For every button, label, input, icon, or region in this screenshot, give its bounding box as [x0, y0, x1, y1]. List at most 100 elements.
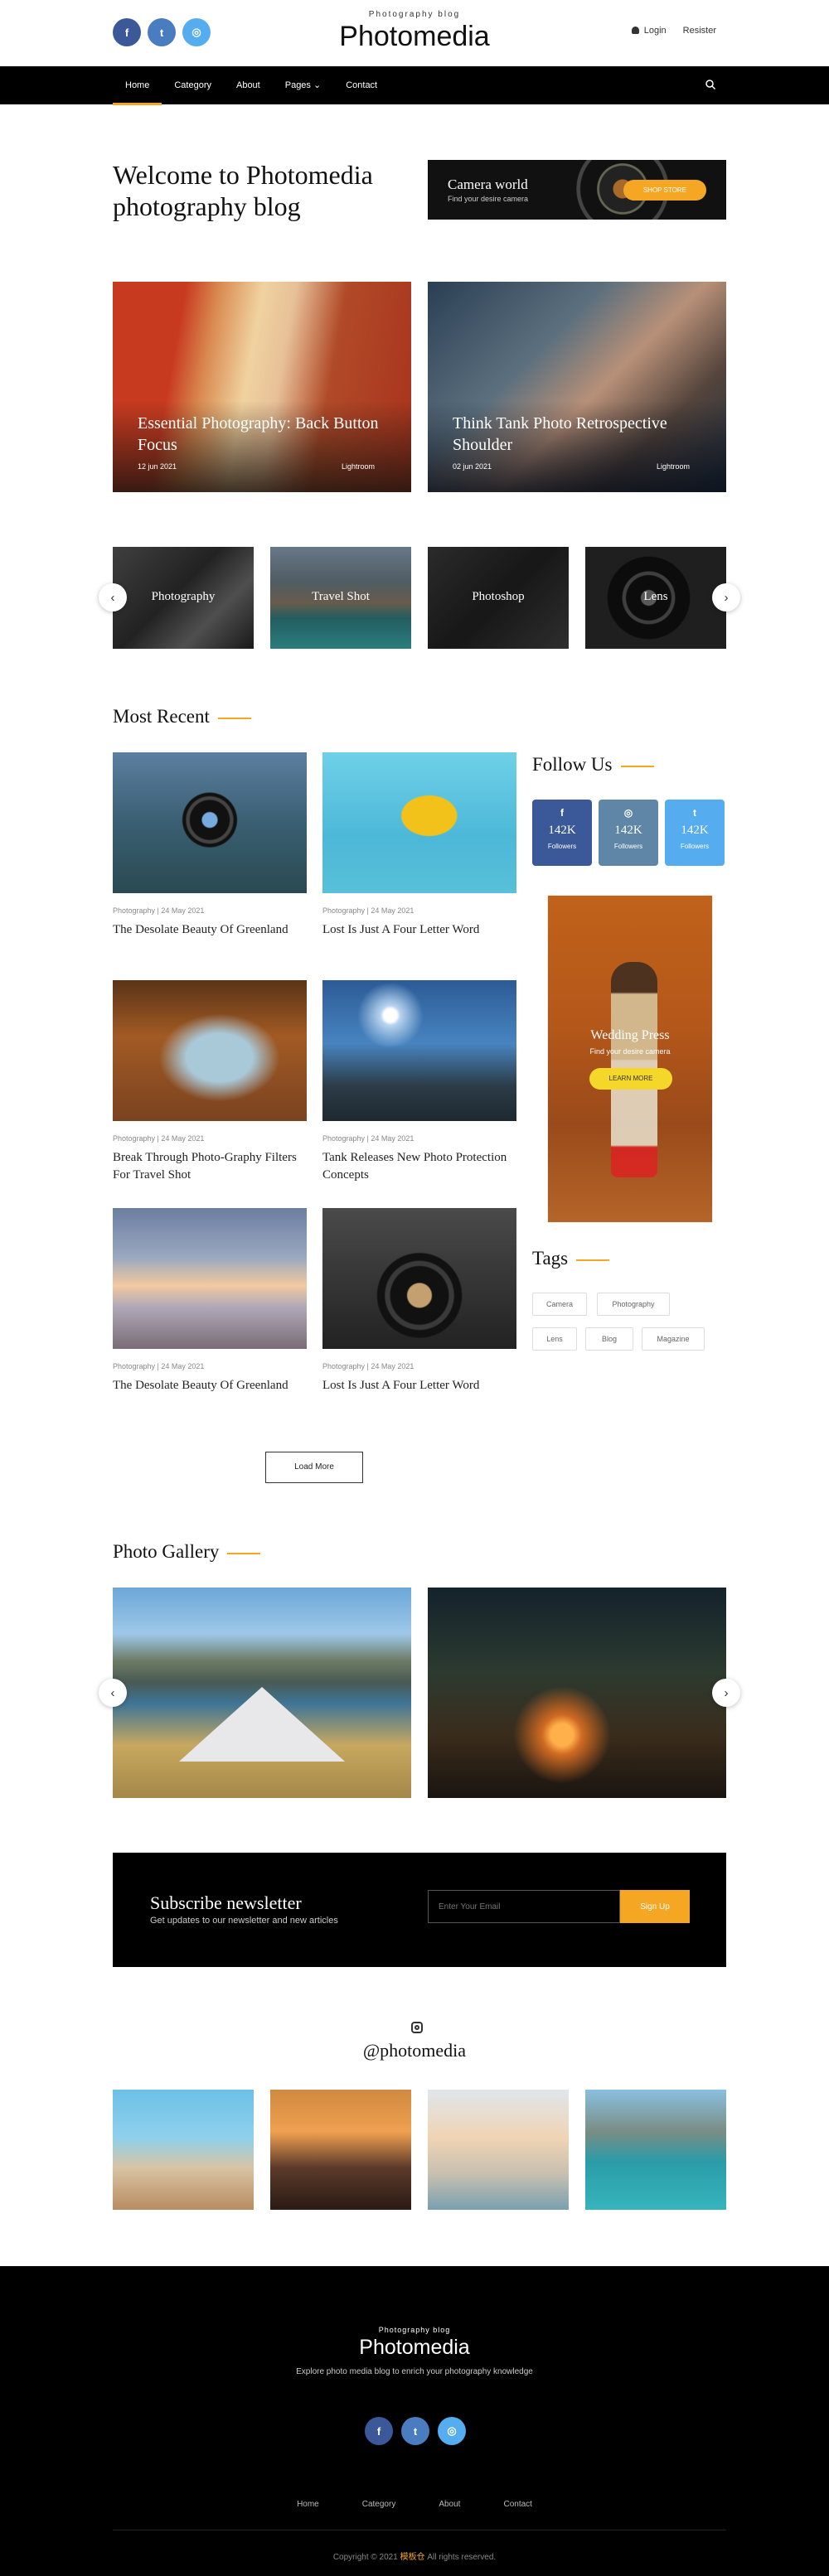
instagram-photo[interactable] [270, 2090, 411, 2210]
footer-site-name[interactable]: Photomedia [0, 2336, 829, 2360]
footer-nav-about[interactable]: About [439, 2500, 460, 2509]
follow-card-facebook[interactable]: f 142K Followers [532, 800, 592, 866]
instagram-photo[interactable] [585, 2090, 726, 2210]
post-title[interactable]: Tank Releases New Photo Protection Conce… [322, 1149, 516, 1184]
email-input[interactable] [428, 1890, 620, 1923]
instagram-icon[interactable]: ◎ [438, 2417, 466, 2445]
post-title[interactable]: Lost Is Just A Four Letter Word [322, 921, 516, 939]
category-label: Lens [643, 590, 668, 603]
shop-store-button[interactable]: SHOP STORE [623, 180, 706, 201]
copyright-pre: Copyright © 2021 [332, 2553, 398, 2562]
post-meta: Photography | 24 May 2021 [322, 1134, 414, 1143]
post-title[interactable]: The Desolate Beauty Of Greenland [113, 1377, 307, 1394]
learn-more-button[interactable]: LEARN MORE [589, 1068, 672, 1090]
featured-post-title[interactable]: Think Tank Photo Retrospective Shoulder [453, 413, 710, 456]
featured-post-card[interactable]: Think Tank Photo Retrospective Shoulder … [428, 282, 726, 492]
nav-item-home[interactable]: Home [113, 66, 162, 105]
category-card-lens[interactable]: Lens [585, 547, 726, 649]
nav-item-contact[interactable]: Contact [333, 66, 390, 104]
gallery-image-tent[interactable] [113, 1588, 411, 1798]
login-link[interactable]: Login [631, 26, 667, 36]
nav-item-about[interactable]: About [224, 66, 273, 104]
category-label: Travel Shot [312, 590, 370, 603]
post-meta: Photography | 24 May 2021 [113, 1362, 205, 1370]
post-card[interactable]: Photography | 24 May 2021 The Desolate B… [113, 752, 307, 939]
post-title[interactable]: Break Through Photo-Graphy Filters For T… [113, 1149, 307, 1184]
newsletter-section: Subscribe newsletter Get updates to our … [113, 1853, 726, 1967]
copyright-brand-link[interactable]: 模板仓 [400, 2553, 425, 2562]
follow-card-twitter[interactable]: t 142K Followers [665, 800, 725, 866]
tag-blog[interactable]: Blog [585, 1327, 633, 1351]
post-image[interactable] [113, 752, 307, 893]
main-navigation: Home Category About Pages ⌄ Contact [0, 66, 829, 105]
post-card[interactable]: Photography | 24 May 2021 Tank Releases … [322, 980, 516, 1184]
tag-camera[interactable]: Camera [532, 1293, 587, 1316]
category-prev-arrow[interactable]: ‹ [99, 583, 127, 611]
tag-photography[interactable]: Photography [597, 1293, 670, 1316]
sign-up-button[interactable]: Sign Up [620, 1890, 690, 1923]
welcome-heading: Welcome to Photomedia photography blog [113, 160, 373, 221]
follower-count: 142K [681, 824, 709, 837]
footer-social-links: f t ◎ [365, 2417, 466, 2445]
category-next-arrow[interactable]: › [712, 583, 740, 611]
footer-tagline: Photography blog [378, 2326, 451, 2334]
register-link[interactable]: Resister [683, 26, 716, 36]
follow-card-instagram[interactable]: ◎ 142K Followers [599, 800, 658, 866]
post-image[interactable] [322, 752, 516, 893]
post-image[interactable] [322, 1208, 516, 1349]
tags-label: Tags [532, 1248, 569, 1269]
facebook-icon[interactable]: f [365, 2417, 393, 2445]
gallery-prev-arrow[interactable]: ‹ [99, 1679, 127, 1707]
post-image[interactable] [322, 980, 516, 1121]
instagram-handle[interactable]: @photomedia [0, 2040, 829, 2061]
post-card[interactable]: Photography | 24 May 2021 Lost Is Just A… [322, 1208, 516, 1394]
title-underline [620, 765, 654, 767]
instagram-photo[interactable] [428, 2090, 569, 2210]
instagram-icon[interactable] [411, 2022, 423, 2033]
featured-post-date: 12 jun 2021 [138, 462, 177, 471]
tag-lens[interactable]: Lens [532, 1327, 577, 1351]
gallery-next-arrow[interactable]: › [712, 1679, 740, 1707]
wedding-press-banner[interactable]: Wedding Press Find your desire camera LE… [547, 895, 713, 1223]
most-recent-label: Most Recent [113, 706, 210, 727]
follower-label: Followers [547, 843, 577, 850]
post-meta: Photography | 24 May 2021 [113, 906, 205, 915]
nav-item-category[interactable]: Category [162, 66, 224, 104]
post-card[interactable]: Photography | 24 May 2021 The Desolate B… [113, 1208, 307, 1394]
instagram-photo[interactable] [113, 2090, 254, 2210]
category-card-photography[interactable]: Photography [113, 547, 254, 649]
post-meta: Photography | 24 May 2021 [322, 1362, 414, 1370]
footer-nav-contact[interactable]: Contact [503, 2500, 531, 2509]
copyright-post: All rights reserved. [427, 2553, 497, 2562]
category-label: Photoshop [472, 590, 525, 603]
post-card[interactable]: Photography | 24 May 2021 Break Through … [113, 980, 307, 1184]
featured-post-category[interactable]: Lightroom [657, 462, 690, 471]
search-icon[interactable] [705, 79, 716, 90]
follow-us-heading: Follow Us [532, 754, 654, 776]
footer-nav-home[interactable]: Home [297, 2500, 319, 2509]
featured-post-card[interactable]: Essential Photography: Back Button Focus… [113, 282, 411, 492]
category-card-photoshop[interactable]: Photoshop [428, 547, 569, 649]
footer-description: Explore photo media blog to enrich your … [296, 2367, 533, 2376]
tag-magazine[interactable]: Magazine [642, 1327, 705, 1351]
featured-post-meta: 02 jun 2021 Lightroom [453, 462, 690, 471]
post-image[interactable] [113, 980, 307, 1121]
gallery-image-campfire[interactable] [428, 1588, 726, 1798]
load-more-button[interactable]: Load More [265, 1452, 363, 1483]
featured-post-title[interactable]: Essential Photography: Back Button Focus [138, 413, 395, 456]
facebook-icon: f [560, 807, 564, 819]
post-card[interactable]: Photography | 24 May 2021 Lost Is Just A… [322, 752, 516, 939]
copyright-text: Copyright © 2021 模板仓 All rights reserved… [0, 2549, 829, 2562]
footer-nav-category[interactable]: Category [362, 2500, 396, 2509]
camera-promo-banner[interactable]: Camera world Find your desire camera SHO… [428, 160, 726, 220]
featured-post-category[interactable]: Lightroom [342, 462, 375, 471]
nav-item-pages[interactable]: Pages ⌄ [273, 66, 333, 104]
follower-label: Followers [613, 843, 643, 850]
newsletter-title: Subscribe newsletter [150, 1892, 302, 1913]
post-meta: Photography | 24 May 2021 [113, 1134, 205, 1143]
post-title[interactable]: The Desolate Beauty Of Greenland [113, 921, 307, 939]
post-title[interactable]: Lost Is Just A Four Letter Word [322, 1377, 516, 1394]
category-card-travel-shot[interactable]: Travel Shot [270, 547, 411, 649]
post-image[interactable] [113, 1208, 307, 1349]
twitter-icon[interactable]: t [401, 2417, 429, 2445]
